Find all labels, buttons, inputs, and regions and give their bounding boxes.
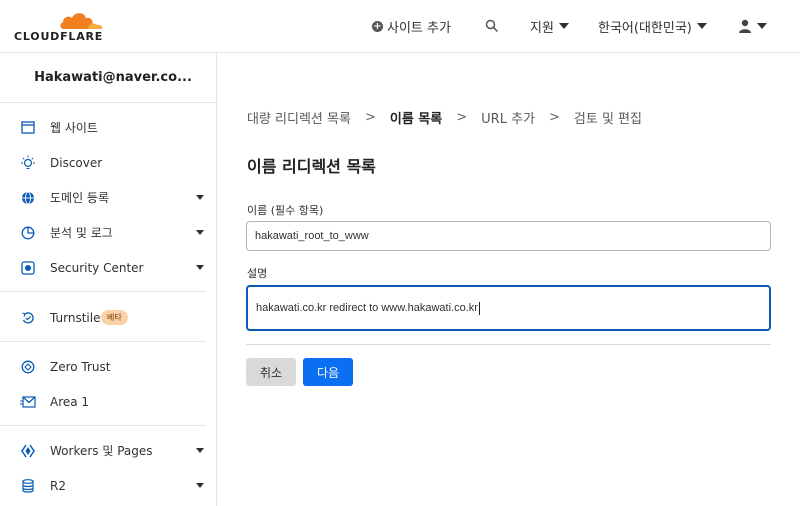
main-content: 대량 리디렉션 목록 > 이름 목록 > URL 추가 > 검토 및 편집 이름…: [217, 53, 800, 506]
sidebar-item-domain-registration[interactable]: 도메인 등록: [0, 180, 216, 215]
sidebar-divider: [0, 341, 206, 342]
cloudflare-logo[interactable]: CLOUDFLARE: [14, 9, 124, 43]
cloud-logo-icon: [60, 13, 103, 29]
add-site-label: 사이트 추가: [387, 20, 451, 36]
sidebar-item-label: 분석 및 로그: [50, 226, 113, 240]
breadcrumb-bulk-redirect-lists[interactable]: 대량 리디렉션 목록: [247, 108, 351, 127]
sidebar-item-turnstile[interactable]: Turnstile 베타: [0, 300, 216, 335]
zero-trust-icon: [20, 359, 36, 375]
sidebar-item-zero-trust[interactable]: Zero Trust: [0, 349, 216, 384]
breadcrumb: 대량 리디렉션 목록 > 이름 목록 > URL 추가 > 검토 및 편집: [247, 108, 642, 127]
globe-icon: [20, 190, 36, 206]
chevron-down-icon: [558, 23, 569, 29]
support-label: 지원: [530, 20, 554, 36]
name-field-label: 이름 (필수 항목): [247, 204, 324, 217]
name-field[interactable]: hakawati_root_to_www: [246, 221, 771, 251]
sidebar-item-analytics-logs[interactable]: 분석 및 로그: [0, 215, 216, 250]
text-cursor: [478, 301, 480, 315]
sidebar-item-label: Area 1: [50, 394, 90, 409]
breadcrumb-review-edit: 검토 및 편집: [573, 112, 642, 127]
plus-circle-icon: +: [372, 20, 383, 32]
browser-window-icon: [20, 120, 36, 136]
sidebar-divider: [0, 291, 206, 292]
search-icon: [485, 19, 499, 33]
top-bar: CLOUDFLARE + 사이트 추가 지원 한국어(대한민국): [0, 0, 800, 53]
chevron-down-icon: [196, 195, 204, 200]
account-name[interactable]: Hakawati@naver.co...: [0, 53, 216, 103]
workers-icon: [20, 443, 36, 459]
logo-text: CLOUDFLARE: [14, 30, 104, 43]
chevron-right-icon: >: [548, 110, 560, 125]
next-button[interactable]: 다음: [303, 358, 353, 386]
breadcrumb-add-urls: URL 추가: [481, 112, 535, 127]
chevron-down-icon: [757, 23, 767, 29]
database-icon: [20, 478, 36, 494]
description-field-label: 설명: [247, 267, 268, 280]
sidebar-item-area-1[interactable]: Area 1: [0, 384, 216, 419]
sidebar-item-label: 도메인 등록: [50, 191, 110, 205]
sidebar-item-discover[interactable]: Discover: [0, 145, 216, 180]
sidebar-item-label: Workers 및 Pages: [50, 444, 153, 458]
beta-badge: 베타: [101, 310, 128, 325]
sidebar-item-label: Discover: [50, 155, 103, 170]
turnstile-icon: [20, 310, 36, 326]
sidebar: Hakawati@naver.co... 웹 사이트 Discover 도메인 …: [0, 53, 217, 506]
chevron-down-icon: [696, 23, 707, 29]
envelope-icon: [20, 394, 36, 410]
lightbulb-icon: [20, 155, 36, 171]
support-menu[interactable]: 지원: [530, 0, 569, 52]
user-icon: [739, 19, 751, 33]
page-title: 이름 리디렉션 목록: [247, 157, 376, 176]
cancel-button[interactable]: 취소: [246, 358, 296, 386]
sidebar-item-workers-pages[interactable]: Workers 및 Pages: [0, 433, 216, 468]
user-menu[interactable]: [738, 0, 767, 52]
sidebar-item-label: Zero Trust: [50, 359, 111, 374]
sidebar-divider: [0, 425, 206, 426]
sidebar-item-websites[interactable]: 웹 사이트: [0, 110, 216, 145]
form-divider: [246, 344, 771, 345]
name-field-value: hakawati_root_to_www: [255, 230, 369, 242]
language-label: 한국어(대한민국): [598, 20, 692, 36]
chevron-down-icon: [196, 448, 204, 453]
chevron-down-icon: [196, 230, 204, 235]
sidebar-item-r2[interactable]: R2: [0, 468, 216, 503]
sidebar-item-label: 웹 사이트: [50, 121, 98, 135]
add-site-button[interactable]: + 사이트 추가: [372, 0, 451, 52]
security-center-icon: [20, 260, 36, 276]
sidebar-item-label: Security Center: [50, 260, 144, 275]
breadcrumb-name-list: 이름 목록: [389, 112, 443, 127]
description-field[interactable]: hakawati.co.kr redirect to www.hakawati.…: [246, 285, 771, 331]
pie-chart-icon: [20, 225, 36, 241]
description-field-value: hakawati.co.kr redirect to www.hakawati.…: [256, 302, 478, 314]
search-button[interactable]: [485, 0, 499, 52]
chevron-down-icon: [196, 265, 204, 270]
language-menu[interactable]: 한국어(대한민국): [598, 0, 707, 52]
sidebar-item-label: Turnstile: [50, 310, 101, 325]
chevron-right-icon: >: [456, 110, 468, 125]
sidebar-item-label: R2: [50, 478, 66, 493]
chevron-down-icon: [196, 483, 204, 488]
sidebar-item-security-center[interactable]: Security Center: [0, 250, 216, 285]
chevron-right-icon: >: [364, 110, 376, 125]
